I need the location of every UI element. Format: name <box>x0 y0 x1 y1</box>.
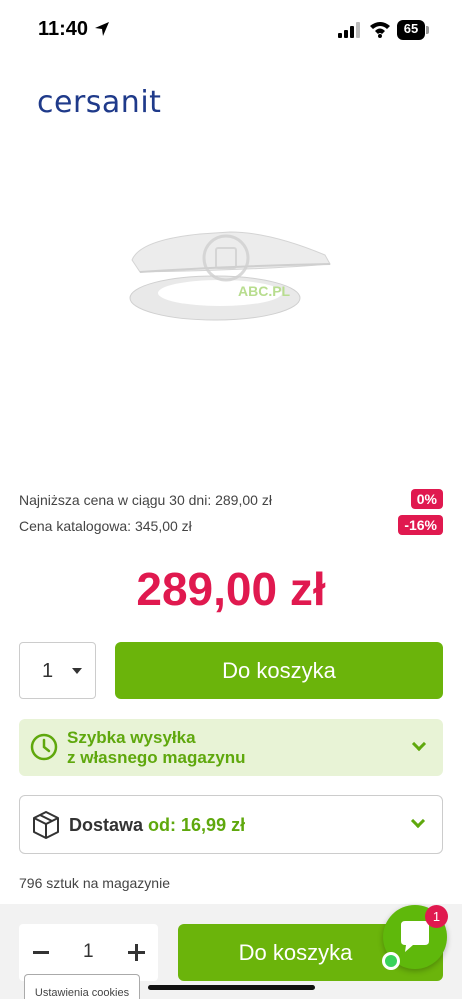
shipping-info-accordion[interactable]: Szybka wysyłka z własnego magazynu <box>19 719 443 776</box>
product-image[interactable]: ABC.PL <box>120 220 340 330</box>
lowest-price-label: Najniższa cena w ciągu 30 dni: 289,00 zł <box>19 492 272 508</box>
battery-level: 65 <box>403 21 419 36</box>
battery-icon: 65 <box>397 20 429 40</box>
lowest-price-badge: 0% <box>410 489 443 509</box>
add-to-cart-button[interactable]: Do koszyka <box>115 642 443 699</box>
minus-icon[interactable] <box>33 951 49 954</box>
shipping-line2: z własnego magazynu <box>67 748 246 767</box>
delivery-price: od: 16,99 zł <box>148 815 246 835</box>
discount-badge: -16% <box>398 515 443 535</box>
chat-notification-badge: 1 <box>425 905 448 928</box>
delivery-label: Dostawa od: 16,99 zł <box>69 815 245 836</box>
quantity-stepper[interactable]: 1 <box>19 924 158 981</box>
shipping-line1: Szybka wysyłka <box>67 728 196 747</box>
clock-icon <box>30 733 58 761</box>
chevron-down-icon <box>410 813 426 829</box>
location-arrow-icon <box>95 22 109 36</box>
brand-logo[interactable]: cersanit <box>37 85 161 120</box>
signal-bars-icon <box>338 22 360 38</box>
image-watermark: ABC.PL <box>238 283 291 299</box>
status-bar: 11:40 65 <box>0 0 462 62</box>
plus-icon-vertical[interactable] <box>135 944 138 961</box>
lowest-price-row: Najniższa cena w ciągu 30 dni: 289,00 zł… <box>19 489 443 509</box>
online-status-dot <box>382 952 400 970</box>
catalog-price-row: Cena katalogowa: 345,00 zł -16% <box>19 515 443 535</box>
chevron-down-icon <box>411 736 427 752</box>
delivery-title: Dostawa <box>69 815 144 835</box>
package-icon <box>33 811 59 839</box>
wifi-icon <box>370 22 390 38</box>
shipping-text: Szybka wysyłka z własnego magazynu <box>67 728 246 768</box>
status-time: 11:40 <box>38 18 89 40</box>
stock-availability: 796 sztuk na magazynie <box>19 875 170 891</box>
catalog-price-label: Cena katalogowa: 345,00 zł <box>19 518 192 534</box>
delivery-accordion[interactable]: Dostawa od: 16,99 zł <box>19 795 443 854</box>
home-indicator <box>148 985 315 990</box>
cookie-settings-button[interactable]: Ustawienia cookies <box>24 974 140 999</box>
quantity-select[interactable]: 1 <box>19 642 96 699</box>
stepper-value[interactable]: 1 <box>83 941 94 963</box>
caret-down-icon <box>72 668 82 674</box>
product-price: 289,00 zł <box>136 563 326 615</box>
quantity-value: 1 <box>42 660 54 682</box>
